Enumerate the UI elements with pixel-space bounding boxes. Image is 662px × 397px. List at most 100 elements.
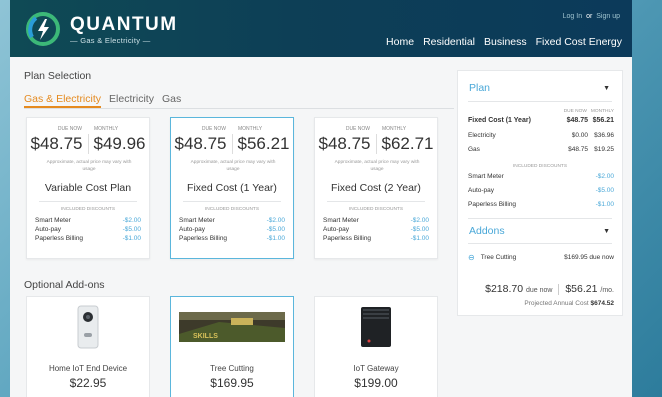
nav-business[interactable]: Business: [484, 36, 527, 48]
addon-name: IoT Gateway: [353, 364, 399, 373]
monthly-label: MONTHLY: [238, 126, 263, 132]
due-now-label: DUE NOW: [57, 126, 82, 132]
login-link[interactable]: Log In: [563, 13, 582, 20]
main-nav: Home Residential Business Fixed Cost Ene…: [386, 36, 622, 48]
divider: [327, 201, 425, 202]
price-note: Approximate, actual price may vary with …: [190, 160, 276, 172]
plan-prices: $48.75 $62.71: [315, 134, 437, 154]
discounts-header: INCLUDED DISCOUNTS: [204, 207, 260, 212]
addons-summary-title[interactable]: Addons: [469, 225, 505, 237]
nav-fixed-cost-energy[interactable]: Fixed Cost Energy: [536, 36, 622, 48]
price-note: Approximate, actual price may vary with …: [334, 160, 420, 172]
quantum-logo-icon[interactable]: [26, 12, 60, 46]
discount-row: Paperless Billing -$1.00: [179, 235, 285, 242]
plan-summary-title[interactable]: Plan: [469, 82, 490, 94]
divider: [183, 201, 281, 202]
due-now-price: $48.75: [175, 134, 233, 154]
addon-name: Tree Cutting: [210, 364, 254, 373]
tab-gas-electricity[interactable]: Gas & Electricity: [24, 93, 102, 108]
total-due-now: $218.70: [485, 283, 524, 295]
monthly-price: $49.96: [93, 134, 146, 153]
divider: [39, 201, 137, 202]
plan-name: Fixed Cost (2 Year): [331, 182, 421, 194]
order-summary-panel: Plan ▼ DUE NOW MONTHLY Fixed Cost (1 Yea…: [457, 70, 623, 316]
tab-electricity[interactable]: Electricity: [109, 93, 154, 108]
svg-text:SKILLS: SKILLS: [193, 333, 218, 340]
summary-row-plan: Fixed Cost (1 Year) $48.75 $56.21: [468, 117, 614, 124]
due-now-text: due now: [526, 287, 553, 294]
divider: [558, 283, 560, 295]
addon-price: $22.95: [69, 376, 107, 390]
plan-name: Variable Cost Plan: [44, 182, 132, 194]
brand-name: QUANTUM: [70, 14, 178, 35]
discounts-header: INCLUDED DISCOUNTS: [348, 207, 404, 212]
site-header: QUANTUM — Gas & Electricity — Log In or …: [10, 0, 632, 57]
tree-cutting-image: SKILLS: [171, 297, 293, 357]
auth-or: or: [586, 13, 593, 20]
plan-prices: $48.75 $49.96: [27, 134, 149, 154]
caret-down-icon[interactable]: ▼: [603, 85, 610, 92]
summary-discounts-header: INCLUDED DISCOUNTS: [512, 164, 568, 169]
summary-row-gas: Gas $48.75 $19.25: [468, 146, 614, 153]
summary-column-headers: DUE NOW MONTHLY: [564, 109, 614, 114]
plan-card-variable[interactable]: DUE NOW MONTHLY $48.75 $49.96 Approximat…: [26, 117, 150, 259]
due-now-header: DUE NOW: [563, 109, 587, 114]
monthly-price: $62.71: [381, 134, 434, 153]
plan-card-fixed-2-year[interactable]: DUE NOW MONTHLY $48.75 $62.71 Approximat…: [314, 117, 438, 259]
due-now-price: $48.75: [31, 134, 89, 154]
divider: [468, 243, 612, 244]
discount-row: Auto-pay -$5.00: [323, 226, 429, 233]
nav-residential[interactable]: Residential: [423, 36, 475, 48]
order-totals: $218.70 due now $56.21 /mo.: [485, 283, 614, 295]
price-headers: DUE NOW MONTHLY: [315, 126, 437, 132]
monthly-label: MONTHLY: [382, 126, 407, 132]
due-now-price: $48.75: [319, 134, 377, 154]
optional-addons-title: Optional Add-ons: [24, 279, 105, 291]
monthly-label: MONTHLY: [94, 126, 119, 132]
discount-row: Auto-pay -$5.00: [179, 226, 285, 233]
divider: [468, 101, 612, 102]
tab-gas[interactable]: Gas: [162, 93, 181, 108]
summary-row-electricity: Electricity $0.00 $36.96: [468, 132, 614, 139]
nav-home[interactable]: Home: [386, 36, 414, 48]
brand-tagline: — Gas & Electricity —: [70, 36, 151, 45]
plan-card-fixed-1-year[interactable]: DUE NOW MONTHLY $48.75 $56.21 Approximat…: [170, 117, 294, 259]
plan-name: Fixed Cost (1 Year): [187, 182, 277, 194]
summary-discount-row: Smart Meter -$2.00: [468, 173, 614, 180]
plan-selection-title: Plan Selection: [24, 70, 92, 82]
discount-row: Smart Meter -$2.00: [35, 217, 141, 224]
discount-row: Paperless Billing -$1.00: [323, 235, 429, 242]
summary-discount-row: Paperless Billing -$1.00: [468, 201, 614, 208]
summary-discount-row: Auto-pay -$5.00: [468, 187, 614, 194]
addon-card-home-iot[interactable]: Home IoT End Device $22.95: [26, 296, 150, 397]
doorbell-device-image: [27, 297, 149, 357]
total-monthly: $56.21: [565, 283, 598, 295]
addon-card-iot-gateway[interactable]: IoT Gateway $199.00: [314, 296, 438, 397]
caret-down-icon[interactable]: ▼: [603, 228, 610, 235]
addon-price: $199.00: [354, 376, 398, 390]
discount-row: Auto-pay -$5.00: [35, 226, 141, 233]
price-headers: DUE NOW MONTHLY: [27, 126, 149, 132]
addon-price: $169.95: [210, 376, 254, 390]
discount-row: Smart Meter -$2.00: [323, 217, 429, 224]
price-headers: DUE NOW MONTHLY: [171, 126, 293, 132]
gateway-device-image: [315, 297, 437, 357]
discount-row: Paperless Billing -$1.00: [35, 235, 141, 242]
divider: [468, 218, 612, 219]
monthly-price: $56.21: [237, 134, 290, 153]
signup-link[interactable]: Sign up: [596, 13, 620, 20]
addon-card-tree-cutting[interactable]: SKILLS Tree Cutting $169.95: [170, 296, 294, 397]
discounts-header: INCLUDED DISCOUNTS: [60, 207, 116, 212]
discount-row: Smart Meter -$2.00: [179, 217, 285, 224]
remove-addon-icon[interactable]: ⊖: [468, 254, 475, 262]
monthly-header: MONTHLY: [590, 109, 614, 114]
plan-prices: $48.75 $56.21: [171, 134, 293, 154]
due-now-label: DUE NOW: [345, 126, 370, 132]
summary-addon-row: ⊖ Tree Cutting $169.95 due now: [468, 253, 614, 262]
plan-tabs: Gas & Electricity Electricity Gas: [24, 93, 454, 109]
per-month-text: /mo.: [600, 287, 614, 294]
due-now-label: DUE NOW: [201, 126, 226, 132]
projected-annual-cost: Projected Annual Cost $674.52: [524, 300, 614, 307]
app-frame: QUANTUM — Gas & Electricity — Log In or …: [10, 0, 632, 397]
auth-links: Log In or Sign up: [563, 13, 620, 20]
